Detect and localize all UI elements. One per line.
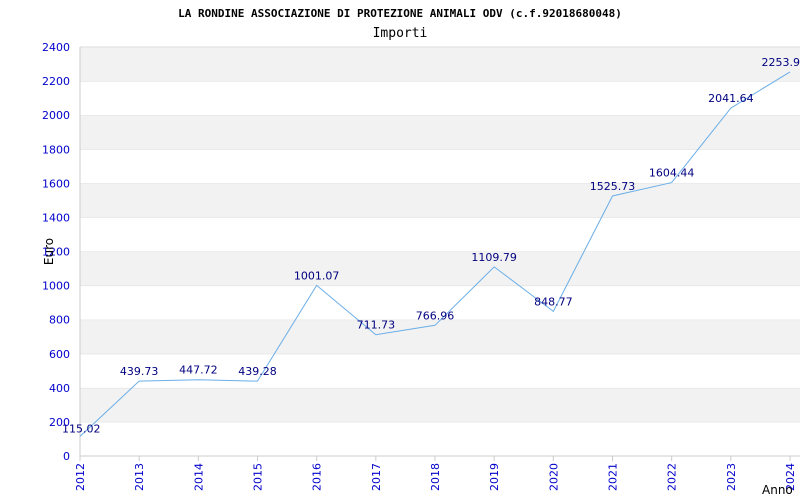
data-label: 2041.64: [708, 92, 754, 105]
x-axis-label: Anno: [762, 483, 793, 497]
y-tick-label: 2000: [42, 109, 70, 122]
data-label: 766.96: [416, 309, 455, 322]
x-tick-label: 2019: [488, 463, 501, 491]
x-tick-label: 2015: [252, 463, 265, 491]
x-tick-label: 2012: [74, 463, 87, 491]
data-label: 439.28: [238, 365, 277, 378]
grid-band: [80, 387, 800, 422]
y-axis-label: Euro: [42, 238, 56, 265]
x-tick-label: 2016: [311, 463, 324, 491]
x-tick-label: 2022: [666, 463, 679, 491]
grid-band: [80, 319, 800, 354]
data-label: 711.73: [357, 319, 396, 332]
y-tick-label: 2200: [42, 75, 70, 88]
y-tick-label: 400: [49, 382, 70, 395]
data-label: 1604.44: [649, 167, 695, 180]
y-tick-label: 200: [49, 416, 70, 429]
plot-background: [80, 46, 800, 456]
data-label: 1001.07: [294, 269, 340, 282]
chart-subtitle: Importi: [373, 26, 428, 41]
x-tick-label: 2023: [725, 463, 738, 491]
grid-band: [80, 217, 800, 252]
x-tick-label: 2013: [133, 463, 146, 491]
grid-band: [80, 183, 800, 218]
y-tick-label: 1400: [42, 211, 70, 224]
x-tick-label: 2018: [429, 463, 442, 491]
chart-title: LA RONDINE ASSOCIAZIONE DI PROTEZIONE AN…: [178, 7, 622, 20]
y-tick-label: 800: [49, 314, 70, 327]
y-tick-label: 600: [49, 348, 70, 361]
grid-band: [80, 47, 800, 82]
x-tick-label: 2017: [370, 463, 383, 491]
y-tick-label: 1800: [42, 143, 70, 156]
y-tick-label: 2400: [42, 41, 70, 54]
data-label: 439.73: [120, 365, 159, 378]
y-tick-label: 1600: [42, 177, 70, 190]
grid-band: [80, 81, 800, 116]
grid-band: [80, 421, 800, 456]
x-tick-label: 2021: [607, 463, 620, 491]
grid-band: [80, 115, 800, 150]
line-chart: 115.02439.73 447.72 439.281001.07711.73766…: [42, 7, 800, 497]
y-tick-label: 0: [63, 450, 70, 463]
data-label: 2253.9: [762, 56, 800, 69]
x-tick-label: 2014: [192, 463, 205, 491]
data-label: 848.77: [534, 295, 573, 308]
data-label: 447.72: [179, 364, 218, 377]
data-label: 1525.73: [590, 180, 636, 193]
y-tick-label: 1000: [42, 280, 70, 293]
x-tick-label: 2020: [547, 463, 560, 491]
grid-band: [80, 251, 800, 286]
data-label: 1109.79: [471, 251, 517, 264]
